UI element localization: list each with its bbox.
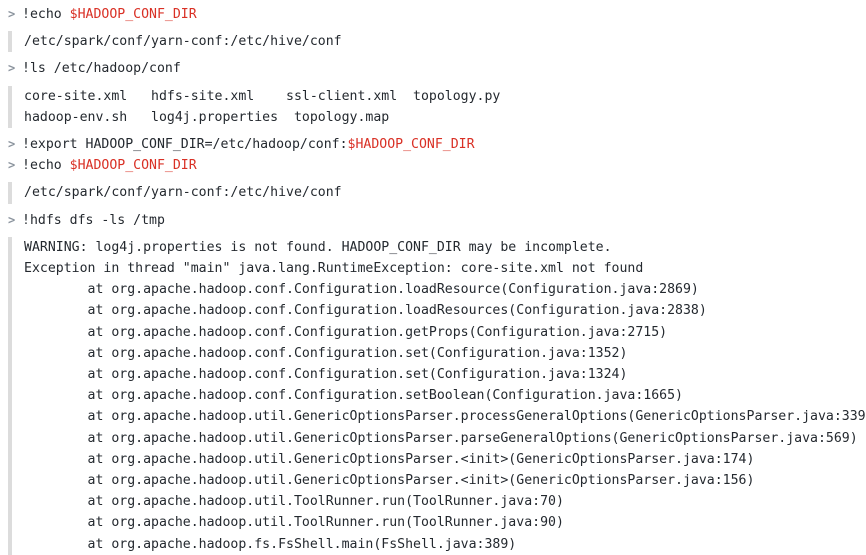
output-line: at org.apache.hadoop.conf.Configuration.… [24, 324, 668, 340]
output-line: Exception in thread "main" java.lang.Run… [24, 261, 644, 277]
command-text: !echo $HADOOP_CONF_DIR [22, 4, 197, 25]
prompt-chevron-icon: > [8, 158, 16, 173]
shell-variable-reference: $HADOOP_CONF_DIR [347, 137, 475, 153]
output-line: at org.apache.hadoop.util.GenericOptions… [24, 430, 858, 446]
command-prefix: !echo [22, 158, 70, 174]
output-text: core-site.xml hdfs-site.xml ssl-client.x… [12, 86, 500, 128]
output-line: at org.apache.hadoop.conf.Configuration.… [24, 282, 699, 298]
output-line: at org.apache.hadoop.fs.FsShell.main(FsS… [24, 536, 517, 552]
shell-variable-reference: $HADOOP_CONF_DIR [69, 158, 197, 174]
output-line: hadoop-env.sh log4j.properties topology.… [24, 109, 390, 125]
command-input-cell[interactable]: > !echo $HADOOP_CONF_DIR [0, 155, 866, 176]
prompt-chevron-icon: > [8, 212, 16, 227]
command-text: !export HADOOP_CONF_DIR=/etc/hadoop/conf… [22, 134, 475, 155]
output-cell: /etc/spark/conf/yarn-conf:/etc/hive/conf [0, 182, 866, 204]
command-prefix: !hdfs dfs -ls /tmp [22, 212, 165, 228]
output-line: core-site.xml hdfs-site.xml ssl-client.x… [24, 88, 501, 104]
shell-variable-reference: $HADOOP_CONF_DIR [69, 7, 197, 22]
command-text: !echo $HADOOP_CONF_DIR [22, 155, 197, 176]
output-text: WARNING: log4j.properties is not found. … [12, 237, 866, 555]
output-line: WARNING: log4j.properties is not found. … [24, 239, 612, 255]
prompt-chevron-icon: > [8, 7, 16, 21]
output-line: at org.apache.hadoop.util.ToolRunner.run… [24, 494, 564, 510]
output-line: at org.apache.hadoop.conf.Configuration.… [24, 367, 628, 383]
output-text: /etc/spark/conf/yarn-conf:/etc/hive/conf [12, 31, 342, 52]
command-input-cell[interactable]: > !ls /etc/hadoop/conf [0, 58, 866, 79]
command-text: !hdfs dfs -ls /tmp [22, 210, 165, 231]
notebook-shell-transcript: > !echo $HADOOP_CONF_DIR/etc/spark/conf/y… [0, 0, 866, 555]
command-input-cell[interactable]: > !hdfs dfs -ls /tmp [0, 210, 866, 231]
output-cell: core-site.xml hdfs-site.xml ssl-client.x… [0, 85, 866, 129]
prompt-chevron-icon: > [8, 137, 16, 152]
output-line: at org.apache.hadoop.util.GenericOptions… [24, 409, 866, 425]
prompt-chevron-icon: > [8, 61, 16, 76]
command-input-cell[interactable]: > !echo $HADOOP_CONF_DIR [0, 4, 866, 25]
output-line: at org.apache.hadoop.util.GenericOptions… [24, 473, 755, 489]
output-line: at org.apache.hadoop.conf.Configuration.… [24, 345, 628, 361]
command-input-cell[interactable]: > !export HADOOP_CONF_DIR=/etc/hadoop/con… [0, 134, 866, 155]
output-line: at org.apache.hadoop.conf.Configuration.… [24, 303, 707, 319]
output-cell: /etc/spark/conf/yarn-conf:/etc/hive/conf [0, 31, 866, 53]
output-line: at org.apache.hadoop.util.GenericOptions… [24, 451, 755, 467]
command-prefix: !export HADOOP_CONF_DIR=/etc/hadoop/conf… [22, 137, 348, 153]
command-prefix: !ls /etc/hadoop/conf [22, 61, 181, 77]
output-text: /etc/spark/conf/yarn-conf:/etc/hive/conf [12, 182, 342, 203]
output-cell: WARNING: log4j.properties is not found. … [0, 236, 866, 555]
command-prefix: !echo [22, 7, 70, 22]
output-line: /etc/spark/conf/yarn-conf:/etc/hive/conf [24, 185, 342, 201]
command-text: !ls /etc/hadoop/conf [22, 58, 181, 79]
output-line: /etc/spark/conf/yarn-conf:/etc/hive/conf [24, 34, 342, 50]
output-line: at org.apache.hadoop.conf.Configuration.… [24, 388, 683, 404]
output-line: at org.apache.hadoop.util.ToolRunner.run… [24, 515, 564, 531]
